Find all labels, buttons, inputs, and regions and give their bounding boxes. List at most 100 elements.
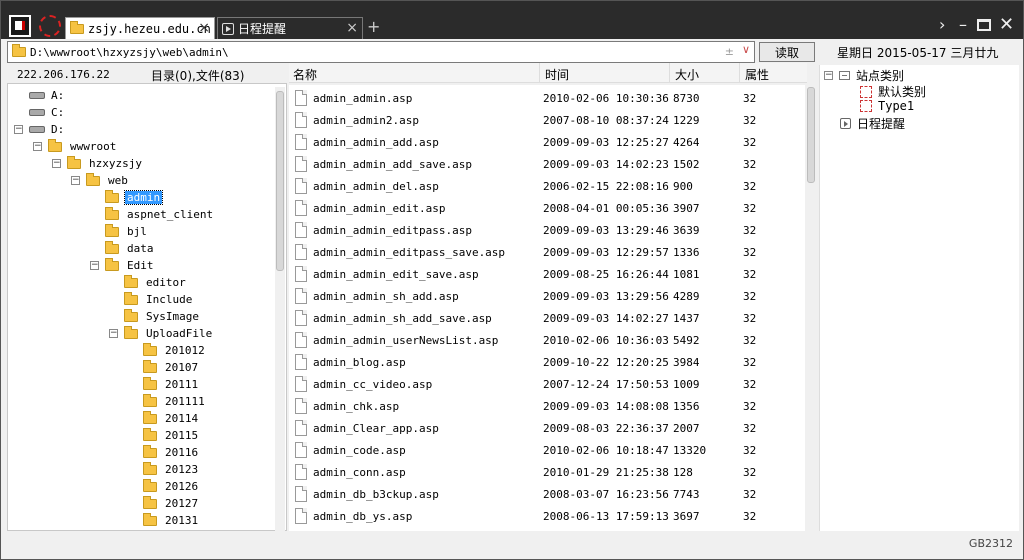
minimize-icon[interactable]: –: [959, 15, 967, 35]
schedule-item[interactable]: 日程提醒: [840, 115, 905, 132]
tree-node[interactable]: − wwwroot: [33, 138, 118, 155]
collapse-icon[interactable]: −: [109, 329, 118, 338]
folder-icon: [124, 308, 138, 322]
file-size: 1336: [673, 246, 700, 259]
file-time: 2009-09-03 14:02:27: [543, 312, 669, 325]
tab-schedule[interactable]: 日程提醒 ×: [217, 17, 363, 39]
category-panel: − 站点类别 默认类别 Type1 日程提醒: [819, 65, 1019, 531]
tab-site[interactable]: zsjy.hezeu.edu.cn ×: [65, 17, 215, 39]
tree-node[interactable]: 201111: [128, 393, 207, 410]
maximize-icon[interactable]: [977, 19, 991, 31]
column-divider[interactable]: [669, 63, 670, 83]
tree-node[interactable]: bjl: [90, 223, 149, 240]
file-row[interactable]: admin_admin_editpass.asp 2009-09-03 13:29…: [289, 219, 807, 241]
record-icon[interactable]: [39, 15, 61, 37]
tree-node[interactable]: Include: [109, 291, 194, 308]
file-row[interactable]: admin_blog.asp 2009-10-22 12:20:25 3984 32: [289, 351, 807, 373]
tree-node[interactable]: 20127: [128, 495, 200, 512]
file-row[interactable]: admin_admin2.asp 2007-08-10 08:37:24 1229 3…: [289, 109, 807, 131]
tree-node[interactable]: 20115: [128, 427, 200, 444]
column-divider[interactable]: [739, 63, 740, 83]
file-name: admin_admin_add.asp: [313, 136, 439, 149]
category-item[interactable]: 默认类别: [860, 83, 926, 100]
file-size: 13320: [673, 444, 707, 457]
file-row[interactable]: admin_admin_userNewsList.asp 2010-02-06 1…: [289, 329, 807, 351]
tree-node[interactable]: SysImage: [109, 308, 201, 325]
folder-icon: [143, 359, 157, 373]
close-window-icon[interactable]: ✕: [999, 15, 1014, 35]
file-row[interactable]: admin_admin_add.asp 2009-09-03 12:25:27 42…: [289, 131, 807, 153]
close-tab-icon[interactable]: ×: [198, 20, 210, 36]
file-time: 2009-09-03 12:29:57: [543, 246, 669, 259]
tree-node[interactable]: − web: [71, 172, 130, 189]
tree-node[interactable]: editor: [109, 274, 188, 291]
file-row[interactable]: admin_db_b3ckup.asp 2008-03-07 16:23:56 77…: [289, 483, 807, 505]
read-button[interactable]: 读取: [759, 42, 815, 62]
category-root[interactable]: − 站点类别: [824, 67, 904, 84]
tree-node[interactable]: 20107: [128, 359, 200, 376]
file-row[interactable]: admin_Clear_app.asp 2009-08-03 22:36:37 20…: [289, 417, 807, 439]
column-attr[interactable]: 属性: [745, 66, 769, 83]
tree-node[interactable]: 20131: [128, 512, 200, 529]
collapse-icon[interactable]: −: [90, 261, 99, 270]
folder-icon: [143, 495, 157, 509]
file-icon: [295, 134, 307, 150]
file-row[interactable]: admin_admin.asp 2010-02-06 10:30:36 8730 32: [289, 87, 807, 109]
tree-scroll-thumb[interactable]: [276, 91, 284, 271]
tree-node[interactable]: − D:: [14, 121, 66, 138]
file-row[interactable]: admin_cc_video.asp 2007-12-24 17:50:53 100…: [289, 373, 807, 395]
file-row[interactable]: admin_admin_sh_add.asp 2009-09-03 13:29:5…: [289, 285, 807, 307]
file-list-scroll-thumb[interactable]: [807, 87, 815, 183]
file-row[interactable]: admin_admin_editpass_save.asp 2009-09-03 …: [289, 241, 807, 263]
file-size: 4289: [673, 290, 700, 303]
tree-node[interactable]: admin: [90, 189, 164, 206]
category-item[interactable]: Type1: [860, 99, 914, 113]
tree-node[interactable]: 20123: [128, 461, 200, 478]
file-name: admin_admin2.asp: [313, 114, 419, 127]
file-row[interactable]: admin_admin_edit.asp 2008-04-01 00:05:36 3…: [289, 197, 807, 219]
file-list-scrollbar[interactable]: [805, 85, 817, 531]
path-input[interactable]: D:\wwwroot\hzxyzsjy\web\admin\ ± ∨: [7, 41, 755, 63]
tree-node[interactable]: 20116: [128, 444, 200, 461]
tree-node[interactable]: − hzxyzsjy: [52, 155, 144, 172]
file-row[interactable]: admin_admin_del.asp 2006-02-15 22:08:16 90…: [289, 175, 807, 197]
column-time[interactable]: 时间: [545, 66, 569, 83]
tree-node[interactable]: 20126: [128, 478, 200, 495]
tree-node[interactable]: data: [90, 240, 156, 257]
tree-node[interactable]: − Edit: [90, 257, 156, 274]
collapse-icon[interactable]: −: [824, 71, 833, 80]
tree-node[interactable]: C:: [14, 104, 66, 121]
tree-node[interactable]: − UploadFile: [109, 325, 214, 342]
file-icon: [295, 376, 307, 392]
collapse-icon[interactable]: −: [14, 125, 23, 134]
file-row[interactable]: admin_admin_sh_add_save.asp 2009-09-03 14…: [289, 307, 807, 329]
file-icon: [295, 508, 307, 524]
file-row[interactable]: admin_conn.asp 2010-01-29 21:25:38 128 32: [289, 461, 807, 483]
collapse-icon[interactable]: −: [71, 176, 80, 185]
file-name: admin_chk.asp: [313, 400, 400, 413]
file-row[interactable]: admin_admin_edit_save.asp 2009-08-25 16:2…: [289, 263, 807, 285]
tree-scrollbar[interactable]: [275, 87, 285, 531]
plus-minus-icon[interactable]: ±: [725, 45, 734, 58]
column-divider[interactable]: [539, 63, 540, 83]
close-tab-icon[interactable]: ×: [346, 20, 358, 36]
tree-node[interactable]: A:: [14, 87, 66, 104]
app-logo-icon[interactable]: [9, 15, 31, 37]
tree-node[interactable]: aspnet_client: [90, 206, 215, 223]
collapse-icon[interactable]: −: [52, 159, 61, 168]
file-size: 4264: [673, 136, 700, 149]
tree-node[interactable]: 201012: [128, 342, 207, 359]
file-row[interactable]: admin_chk.asp 2009-09-03 14:08:08 1356 32: [289, 395, 807, 417]
column-name[interactable]: 名称: [293, 66, 317, 83]
file-row[interactable]: admin_db_ys.asp 2008-06-13 17:59:13 3697 32: [289, 505, 807, 527]
tree-node-label: bjl: [127, 225, 147, 238]
tree-node[interactable]: 20114: [128, 410, 200, 427]
chevron-down-icon[interactable]: ∨: [742, 43, 750, 56]
new-tab-button[interactable]: +: [367, 17, 380, 36]
file-row[interactable]: admin_admin_add_save.asp 2009-09-03 14:02…: [289, 153, 807, 175]
tree-node[interactable]: 20111: [128, 376, 200, 393]
column-size[interactable]: 大小: [675, 66, 699, 83]
chevron-right-icon[interactable]: ›: [939, 15, 945, 35]
collapse-icon[interactable]: −: [33, 142, 42, 151]
file-row[interactable]: admin_code.asp 2010-02-06 10:18:47 13320 32: [289, 439, 807, 461]
